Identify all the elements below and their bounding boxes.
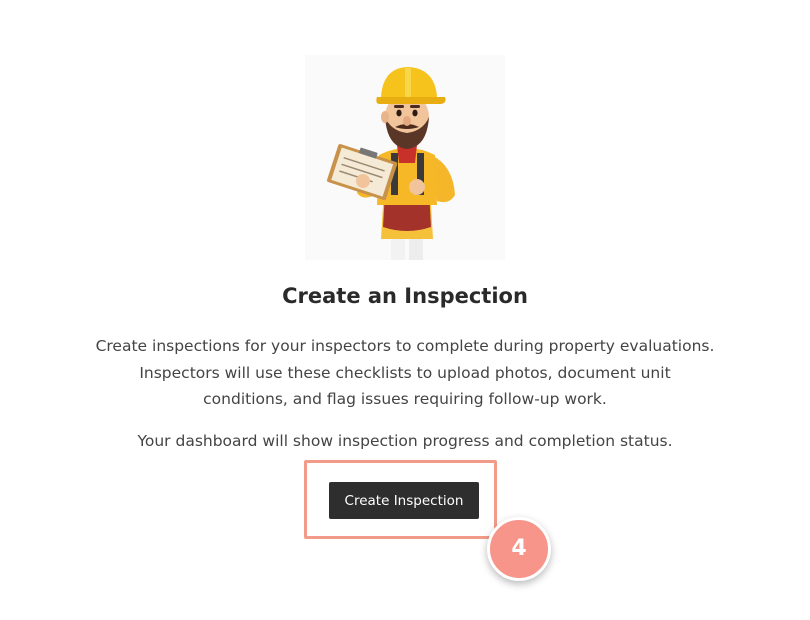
empty-state-title: Create an Inspection (282, 284, 528, 308)
empty-state-panel: Create an Inspection Create inspections … (0, 0, 810, 620)
create-inspection-button[interactable]: Create Inspection (329, 482, 479, 519)
dashboard-status-note: Your dashboard will show inspection prog… (137, 432, 673, 450)
tutorial-step-badge: 4 (487, 517, 551, 581)
empty-state-description: Create inspections for your inspectors t… (95, 337, 715, 408)
inspector-with-clipboard-icon (305, 55, 505, 260)
